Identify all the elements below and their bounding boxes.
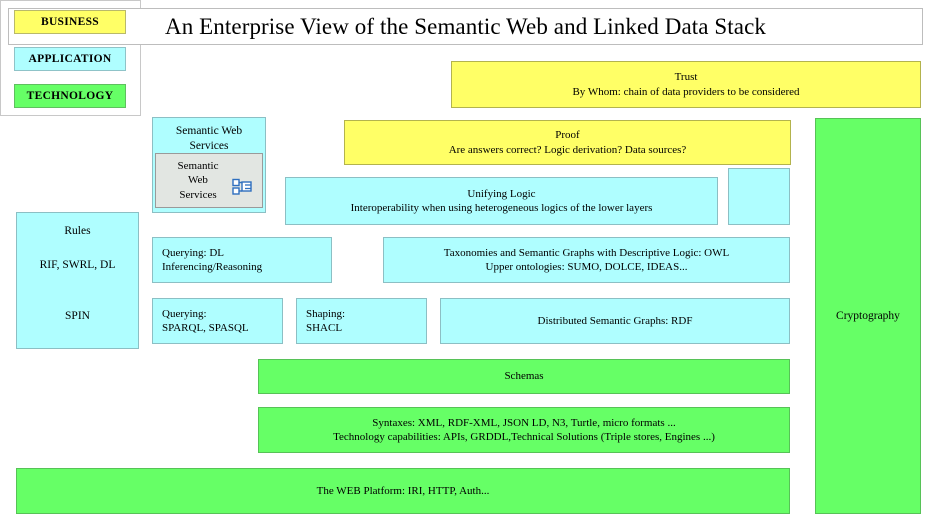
- legend-item-application: APPLICATION: [14, 47, 126, 71]
- rdf-block: Distributed Semantic Graphs: RDF: [440, 298, 790, 344]
- querying-dl-line-2: Inferencing/Reasoning: [162, 261, 263, 273]
- page-title-text: An Enterprise View of the Semantic Web a…: [164, 13, 767, 39]
- trust-title: Trust: [674, 71, 698, 84]
- web-platform-label: The WEB Platform: IRI, HTTP, Auth...: [316, 484, 490, 497]
- legend-item-business: BUSINESS: [14, 10, 126, 34]
- legend-item-technology: TECHNOLOGY: [14, 84, 126, 108]
- shaping-shacl-line-2: SHACL: [306, 322, 343, 334]
- querying-dl-block: Querying: DL Inferencing/Reasoning: [152, 237, 332, 283]
- cryptography-label: Cryptography: [836, 309, 900, 322]
- shaping-shacl-line-1: Shaping:: [306, 307, 346, 320]
- diagram-canvas: An Enterprise View of the Semantic Web a…: [0, 0, 931, 525]
- shaping-shacl-block: Shaping: SHACL: [296, 298, 427, 344]
- querying-sparql-line-2: SPARQL, SPASQL: [162, 322, 249, 334]
- unifying-logic-block: Unifying Logic Interoperability when usi…: [285, 177, 718, 225]
- web-platform-block: The WEB Platform: IRI, HTTP, Auth...: [16, 468, 790, 514]
- unifying-logic-title: Unifying Logic: [467, 187, 536, 200]
- legend-item-business-label: BUSINESS: [40, 16, 99, 28]
- page-title: An Enterprise View of the Semantic Web a…: [8, 8, 923, 45]
- rules-line-1: RIF, SWRL, DL: [39, 258, 116, 271]
- schemas-label: Schemas: [504, 370, 544, 383]
- unifying-logic-subtitle: Interoperability when using heterogeneou…: [350, 202, 653, 214]
- querying-dl-line-1: Querying: DL: [162, 246, 225, 259]
- taxonomies-line-1: Taxonomies and Semantic Graphs with Desc…: [443, 246, 730, 259]
- semantic-web-services-container-label: Semantic Web Services: [175, 125, 243, 152]
- syntaxes-line-2: Technology capabilities: APIs, GRDDL,Tec…: [333, 431, 715, 443]
- application-component-icon: [232, 164, 254, 195]
- proof-title: Proof: [555, 129, 580, 142]
- querying-sparql-line-1: Querying:: [162, 307, 207, 320]
- rules-block: Rules RIF, SWRL, DL SPIN: [16, 212, 139, 349]
- rules-title: Rules: [64, 225, 91, 237]
- querying-sparql-block: Querying: SPARQL, SPASQL: [152, 298, 283, 344]
- syntaxes-block: Syntaxes: XML, RDF-XML, JSON LD, N3, Tur…: [258, 407, 790, 453]
- unifying-logic-side-block: [728, 168, 790, 225]
- rules-line-2: SPIN: [65, 310, 90, 323]
- proof-subtitle: Are answers correct? Logic derivation? D…: [448, 143, 687, 156]
- semantic-web-services-component: Semantic Web Services: [155, 153, 263, 208]
- taxonomies-block: Taxonomies and Semantic Graphs with Desc…: [383, 237, 790, 283]
- schemas-block: Schemas: [258, 359, 790, 394]
- trust-block: Trust By Whom: chain of data providers t…: [451, 61, 921, 108]
- proof-block: Proof Are answers correct? Logic derivat…: [344, 120, 791, 165]
- legend-panel: BUSINESS APPLICATION TECHNOLOGY: [0, 0, 141, 116]
- trust-subtitle: By Whom: chain of data providers to be c…: [572, 85, 800, 98]
- legend-item-application-label: APPLICATION: [28, 53, 112, 65]
- syntaxes-line-1: Syntaxes: XML, RDF-XML, JSON LD, N3, Tur…: [372, 416, 676, 429]
- cryptography-block: Cryptography: [815, 118, 921, 514]
- taxonomies-line-2: Upper ontologies: SUMO, DOLCE, IDEAS...: [485, 261, 688, 273]
- rdf-label: Distributed Semantic Graphs: RDF: [537, 314, 693, 327]
- legend-item-technology-label: TECHNOLOGY: [26, 90, 114, 102]
